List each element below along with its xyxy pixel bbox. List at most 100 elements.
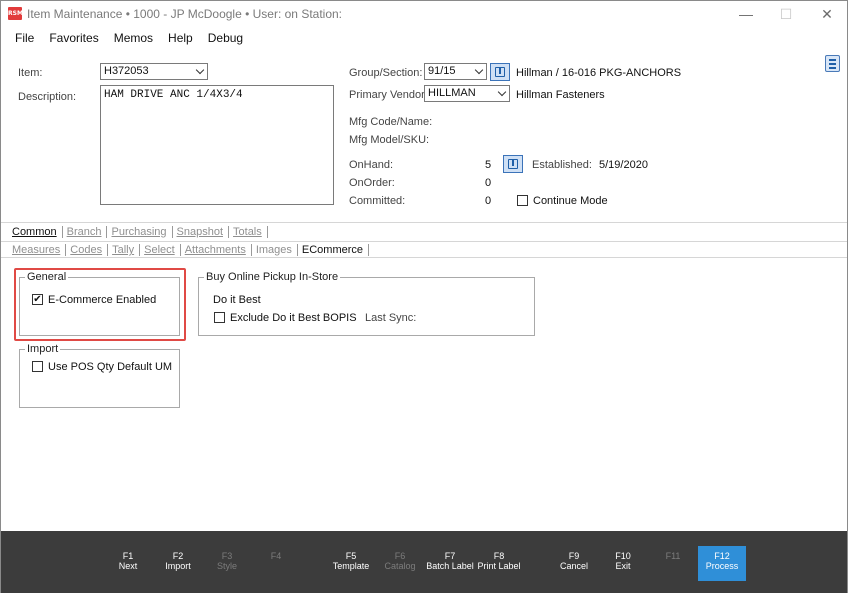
title-bar: RSM Item Maintenance • 1000 - JP McDoogl…: [1, 1, 847, 27]
f10-exit-button[interactable]: F10 Exit: [598, 551, 648, 571]
tab-ecommerce-label: ECommerce: [301, 244, 364, 256]
fkey-label: Print Label: [477, 561, 521, 571]
fkey-code: F4: [270, 551, 282, 561]
bopis-group: Buy Online Pickup In-Store Do it Best Ex…: [198, 271, 535, 336]
primary-tab-row: Common Branch Purchasing Snapshot Totals: [12, 224, 268, 240]
use-pos-qty-label: Use POS Qty Default UM: [48, 361, 173, 373]
bopis-subtitle: Do it Best: [213, 294, 261, 306]
f3-style-button[interactable]: F3 Style: [202, 551, 252, 571]
group-lookup-button[interactable]: [490, 63, 510, 81]
lookup-icon: [508, 159, 518, 169]
fkey-label: Exit: [615, 561, 631, 571]
fkey-code: F11: [665, 551, 681, 561]
description-textarea[interactable]: HAM DRIVE ANC 1/4X3/4: [100, 85, 334, 205]
tab-codes[interactable]: Codes: [66, 244, 109, 256]
fkey-code: F2: [172, 551, 184, 561]
tab-select[interactable]: Select: [140, 244, 181, 256]
tab-purchasing-label: Purchasing: [111, 226, 167, 238]
tab-attachments[interactable]: Attachments: [181, 244, 252, 256]
hamburger-menu-icon[interactable]: [825, 55, 840, 72]
item-combo[interactable]: H372053: [100, 63, 208, 80]
menu-help[interactable]: Help: [160, 28, 200, 48]
tab-snapshot-label: Snapshot: [176, 226, 224, 238]
primary-vendor-label: Primary Vendor:: [349, 89, 428, 101]
committed-label: Committed:: [349, 195, 406, 207]
tab-select-label: Select: [144, 244, 175, 256]
established-value: 5/19/2020: [599, 159, 648, 171]
menu-favorites[interactable]: Favorites: [41, 28, 105, 48]
group-name: Hillman / 16-016 PKG-ANCHORS: [516, 67, 682, 79]
group-section-combo[interactable]: 91/15: [424, 63, 487, 80]
highlight-box: [14, 268, 186, 341]
fkey-code: F10: [615, 551, 631, 561]
minimize-button[interactable]: —: [726, 1, 766, 27]
tab-divider: [1, 222, 847, 223]
function-key-bar: F1 Next F2 Import F3 Style F4 F5 Template F6…: [1, 531, 847, 593]
f5-template-button[interactable]: F5 Template: [326, 551, 376, 571]
onhand-value: 5: [485, 159, 492, 171]
maximize-button[interactable]: ☐: [766, 1, 806, 27]
tab-common[interactable]: Common: [12, 226, 63, 238]
tab-common-label: Common: [12, 226, 57, 238]
fkey-label: Catalog: [384, 561, 416, 571]
tab-snapshot[interactable]: Snapshot: [173, 226, 230, 238]
tab-codes-label: Codes: [70, 244, 103, 256]
continue-mode-label: Continue Mode: [533, 195, 608, 207]
tab-tally[interactable]: Tally: [108, 244, 141, 256]
continue-mode-checkbox[interactable]: [517, 195, 528, 206]
fkey-label: Process: [705, 561, 739, 571]
fkey-code: F12: [714, 551, 730, 561]
tab-images[interactable]: Images: [252, 244, 298, 256]
import-legend: Import: [25, 343, 61, 355]
fkey-code: F9: [568, 551, 580, 561]
f2-import-button[interactable]: F2 Import: [153, 551, 203, 571]
menu-memos[interactable]: Memos: [106, 28, 160, 48]
close-button[interactable]: ✕: [807, 1, 847, 27]
vendor-name: Hillman Fasteners: [516, 89, 605, 101]
primary-vendor-combo[interactable]: HILLMAN: [424, 85, 510, 102]
exclude-bopis-checkbox[interactable]: [214, 312, 225, 323]
f6-catalog-button[interactable]: F6 Catalog: [375, 551, 425, 571]
bopis-legend: Buy Online Pickup In-Store: [204, 271, 341, 283]
fkey-code: F1: [122, 551, 134, 561]
f9-cancel-button[interactable]: F9 Cancel: [549, 551, 599, 571]
f8-print-label-button[interactable]: F8 Print Label: [474, 551, 524, 571]
exclude-bopis-label: Exclude Do it Best BOPIS: [230, 312, 357, 324]
group-section-value: 91/15: [428, 65, 456, 77]
primary-vendor-value: HILLMAN: [428, 87, 476, 99]
f11-button[interactable]: F11: [648, 551, 698, 561]
use-pos-qty-checkbox[interactable]: [32, 361, 43, 372]
tab-measures[interactable]: Measures: [12, 244, 67, 256]
tab-ecommerce[interactable]: ECommerce: [298, 244, 370, 256]
tab-images-label: Images: [255, 244, 292, 256]
fkey-label: Import: [165, 561, 191, 571]
f12-process-button[interactable]: F12 Process: [698, 546, 746, 581]
tab-measures-label: Measures: [12, 244, 61, 256]
f4-button[interactable]: F4: [251, 551, 301, 561]
tab-purchasing[interactable]: Purchasing: [107, 226, 173, 238]
menu-file[interactable]: File: [1, 28, 41, 48]
item-label: Item:: [18, 67, 43, 79]
fkey-label: Cancel: [559, 561, 588, 571]
last-sync-label: Last Sync:: [365, 312, 417, 324]
import-group: Import Use POS Qty Default UM: [19, 343, 180, 408]
tab-branch[interactable]: Branch: [63, 226, 108, 238]
committed-value: 0: [485, 195, 492, 207]
f1-next-button[interactable]: F1 Next: [103, 551, 153, 571]
item-value: H372053: [104, 65, 149, 77]
onhand-lookup-button[interactable]: [503, 155, 523, 173]
description-label: Description:: [18, 91, 77, 103]
group-section-label: Group/Section:: [349, 67, 423, 79]
f7-batch-label-button[interactable]: F7 Batch Label: [425, 551, 475, 571]
tab-totals[interactable]: Totals: [229, 226, 268, 238]
fkey-code: F3: [221, 551, 233, 561]
tab-attachments-label: Attachments: [184, 244, 246, 256]
tab-tally-label: Tally: [112, 244, 135, 256]
item-maintenance-window: RSM Item Maintenance • 1000 - JP McDoogl…: [0, 0, 848, 593]
tab-divider: [1, 257, 847, 258]
established-label: Established:: [532, 159, 592, 171]
onorder-value: 0: [485, 177, 492, 189]
menu-debug[interactable]: Debug: [200, 28, 250, 48]
fkey-label: Batch Label: [426, 561, 474, 571]
fkey-code: F6: [394, 551, 406, 561]
